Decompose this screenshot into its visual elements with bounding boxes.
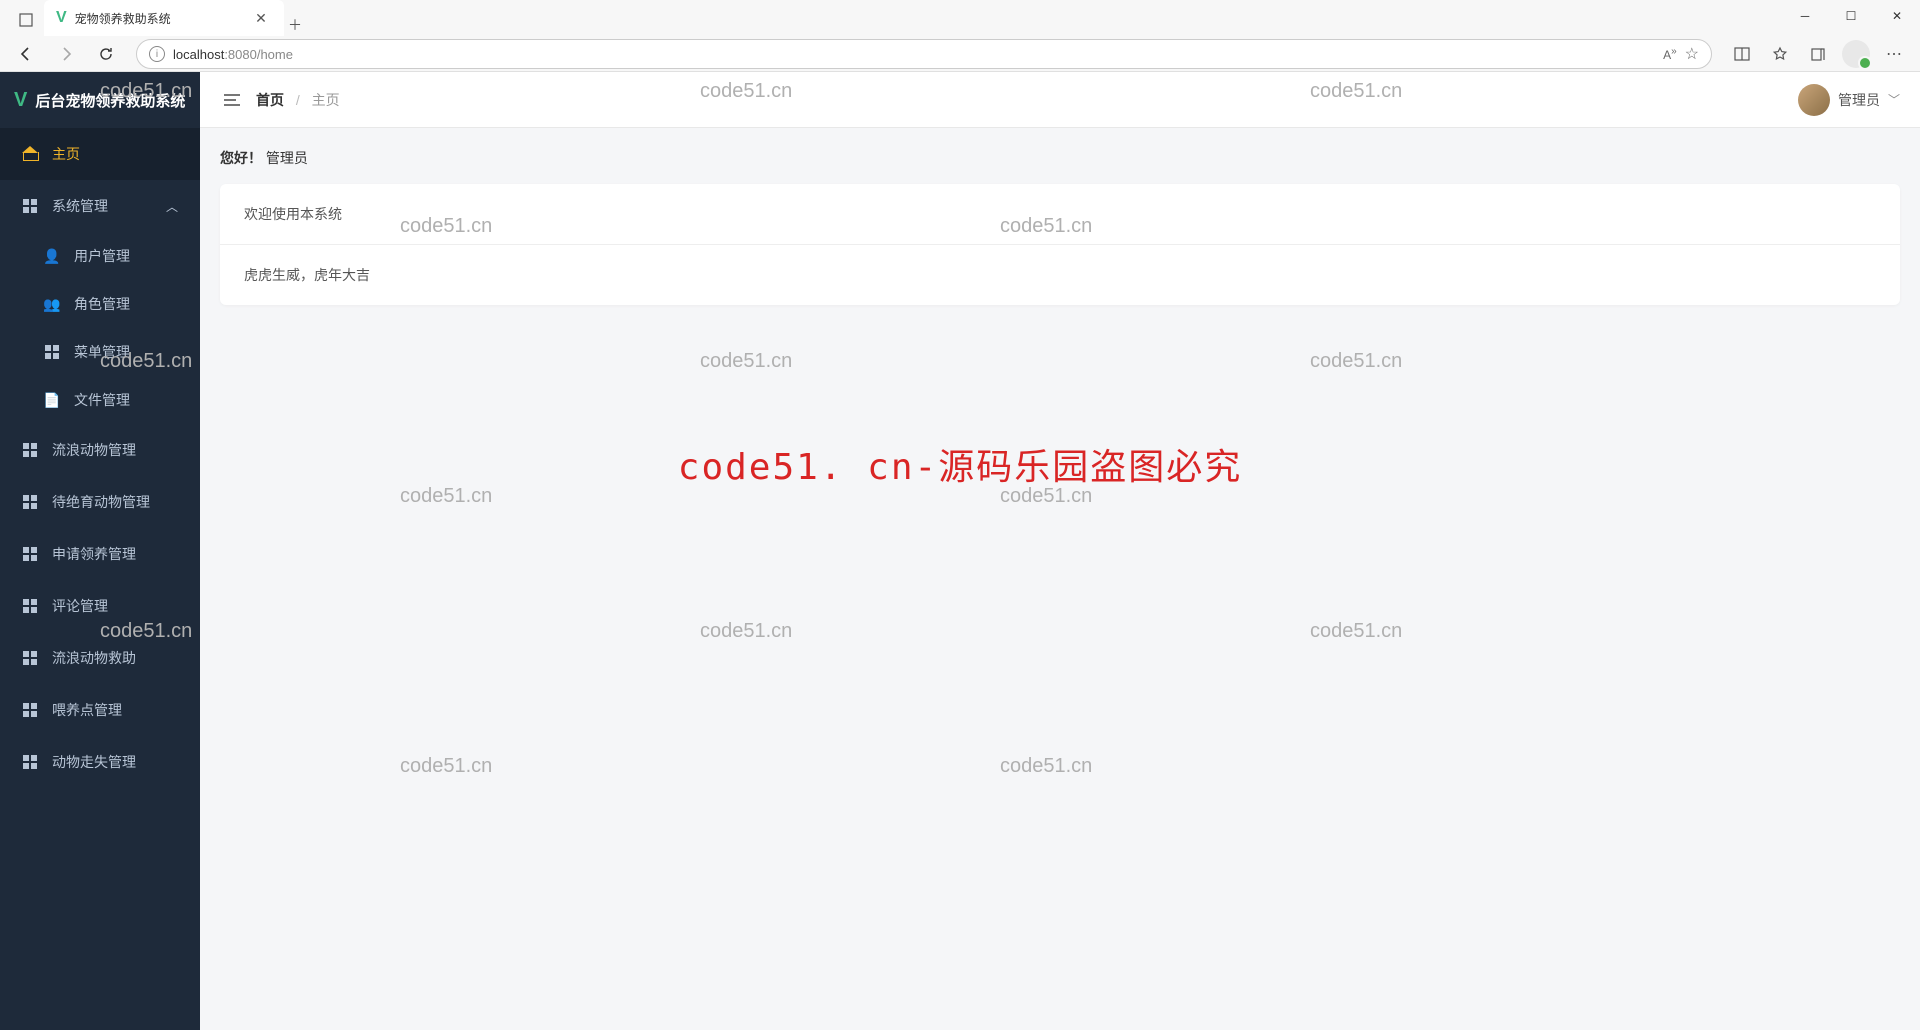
grid-icon	[44, 344, 60, 360]
close-tab-button[interactable]: ✕	[250, 7, 272, 29]
url-text: localhost:8080/home	[173, 47, 293, 62]
toolbar-actions: ⋯	[1724, 39, 1912, 69]
sidebar-item-label: 流浪动物管理	[52, 440, 136, 460]
grid-icon	[22, 494, 38, 510]
tab-title: 宠物领养救助系统	[75, 10, 242, 27]
topbar: 首页 / 主页 管理员 ﹀	[200, 72, 1920, 128]
file-icon: 📄	[44, 392, 60, 408]
reload-button[interactable]	[88, 39, 124, 69]
sidebar-item-label: 流浪动物救助	[52, 648, 136, 668]
close-window-button[interactable]: ✕	[1874, 0, 1920, 32]
sidebar-item-label: 动物走失管理	[52, 752, 136, 772]
back-button[interactable]	[8, 39, 44, 69]
vue-favicon-icon: V	[56, 9, 67, 27]
sidebar-item-label: 系统管理	[52, 196, 108, 216]
sidebar-item-feeding[interactable]: 喂养点管理	[0, 684, 200, 736]
vue-logo-icon: V	[14, 89, 27, 112]
sidebar-item-user-mgmt[interactable]: 👤 用户管理	[0, 232, 200, 280]
sidebar-item-rescue[interactable]: 流浪动物救助	[0, 632, 200, 684]
sidebar-item-home[interactable]: 主页	[0, 128, 200, 180]
address-bar: i localhost:8080/home A» ☆ ⋯	[0, 36, 1920, 72]
breadcrumb: 首页 / 主页	[256, 90, 340, 110]
app-title: 后台宠物领养救助系统	[35, 90, 185, 111]
breadcrumb-root[interactable]: 首页	[256, 92, 284, 108]
sidebar-item-lost[interactable]: 动物走失管理	[0, 736, 200, 788]
site-info-icon[interactable]: i	[149, 46, 165, 62]
grid-icon	[22, 598, 38, 614]
card-line: 欢迎使用本系统	[220, 184, 1900, 244]
home-icon	[22, 146, 38, 162]
sidebar-item-label: 文件管理	[74, 390, 130, 410]
grid-icon	[22, 754, 38, 770]
grid-icon	[22, 702, 38, 718]
app-root: V 后台宠物领养救助系统 主页 系统管理 ︿ 👤 用户管理 👥 角色管理 菜单管…	[0, 72, 1920, 1030]
user-icon: 👤	[44, 248, 60, 264]
grid-icon	[22, 650, 38, 666]
collections-icon[interactable]	[1800, 39, 1836, 69]
grid-icon	[22, 442, 38, 458]
welcome-card: 欢迎使用本系统 虎虎生威，虎年大吉	[220, 184, 1900, 305]
chevron-down-icon: ﹀	[1888, 91, 1900, 108]
avatar	[1798, 84, 1830, 116]
maximize-button[interactable]: ☐	[1828, 0, 1874, 32]
forward-button[interactable]	[48, 39, 84, 69]
sidebar-item-neuter[interactable]: 待绝育动物管理	[0, 476, 200, 528]
role-icon: 👥	[44, 296, 60, 312]
browser-chrome: V 宠物领养救助系统 ✕ ＋ ─ ☐ ✕ i localhost:8080/ho…	[0, 0, 1920, 72]
sidebar-item-label: 菜单管理	[74, 342, 130, 362]
sidebar-item-label: 角色管理	[74, 294, 130, 314]
content: 您好！ 管理员 欢迎使用本系统 虎虎生威，虎年大吉	[200, 128, 1920, 325]
sidebar-item-system[interactable]: 系统管理 ︿	[0, 180, 200, 232]
sidebar-item-file-mgmt[interactable]: 📄 文件管理	[0, 376, 200, 424]
read-aloud-icon[interactable]: A»	[1663, 46, 1677, 62]
breadcrumb-separator: /	[296, 92, 300, 108]
user-menu[interactable]: 管理员 ﹀	[1798, 84, 1900, 116]
sidebar-item-label: 申请领养管理	[52, 544, 136, 564]
sidebar-item-label: 评论管理	[52, 596, 108, 616]
sidebar-item-label: 待绝育动物管理	[52, 492, 150, 512]
profile-button[interactable]	[1838, 39, 1874, 69]
sidebar-item-menu-mgmt[interactable]: 菜单管理	[0, 328, 200, 376]
greeting: 您好！ 管理员	[220, 148, 1900, 168]
window-controls: ─ ☐ ✕	[1782, 0, 1920, 32]
sidebar-item-label: 用户管理	[74, 246, 130, 266]
sidebar-item-adoption[interactable]: 申请领养管理	[0, 528, 200, 580]
grid-icon	[22, 546, 38, 562]
sidebar-item-role-mgmt[interactable]: 👥 角色管理	[0, 280, 200, 328]
favorites-icon[interactable]	[1762, 39, 1798, 69]
sidebar-item-stray-animal[interactable]: 流浪动物管理	[0, 424, 200, 476]
sidebar: V 后台宠物领养救助系统 主页 系统管理 ︿ 👤 用户管理 👥 角色管理 菜单管…	[0, 72, 200, 1030]
split-screen-icon[interactable]	[1724, 39, 1760, 69]
new-tab-button[interactable]: ＋	[284, 14, 306, 36]
logo: V 后台宠物领养救助系统	[0, 72, 200, 128]
main-area: 首页 / 主页 管理员 ﹀ 您好！ 管理员 欢迎使用本系统 虎虎生威，虎年大吉	[200, 72, 1920, 1030]
minimize-button[interactable]: ─	[1782, 0, 1828, 32]
sidebar-item-label: 主页	[52, 144, 80, 164]
browser-tab-active[interactable]: V 宠物领养救助系统 ✕	[44, 0, 284, 36]
breadcrumb-current: 主页	[312, 92, 340, 108]
sidebar-item-label: 喂养点管理	[52, 700, 122, 720]
menu-toggle-icon[interactable]	[220, 93, 244, 107]
sidebar-item-comment[interactable]: 评论管理	[0, 580, 200, 632]
chevron-up-icon: ︿	[166, 198, 178, 215]
card-line: 虎虎生威，虎年大吉	[220, 245, 1900, 305]
user-name: 管理员	[1838, 90, 1880, 110]
grid-icon	[22, 198, 38, 214]
tab-list-button[interactable]	[8, 4, 44, 36]
favorite-icon[interactable]: ☆	[1685, 44, 1699, 64]
more-menu-button[interactable]: ⋯	[1876, 39, 1912, 69]
tab-bar: V 宠物领养救助系统 ✕ ＋	[0, 0, 1920, 36]
url-input[interactable]: i localhost:8080/home A» ☆	[136, 39, 1712, 69]
